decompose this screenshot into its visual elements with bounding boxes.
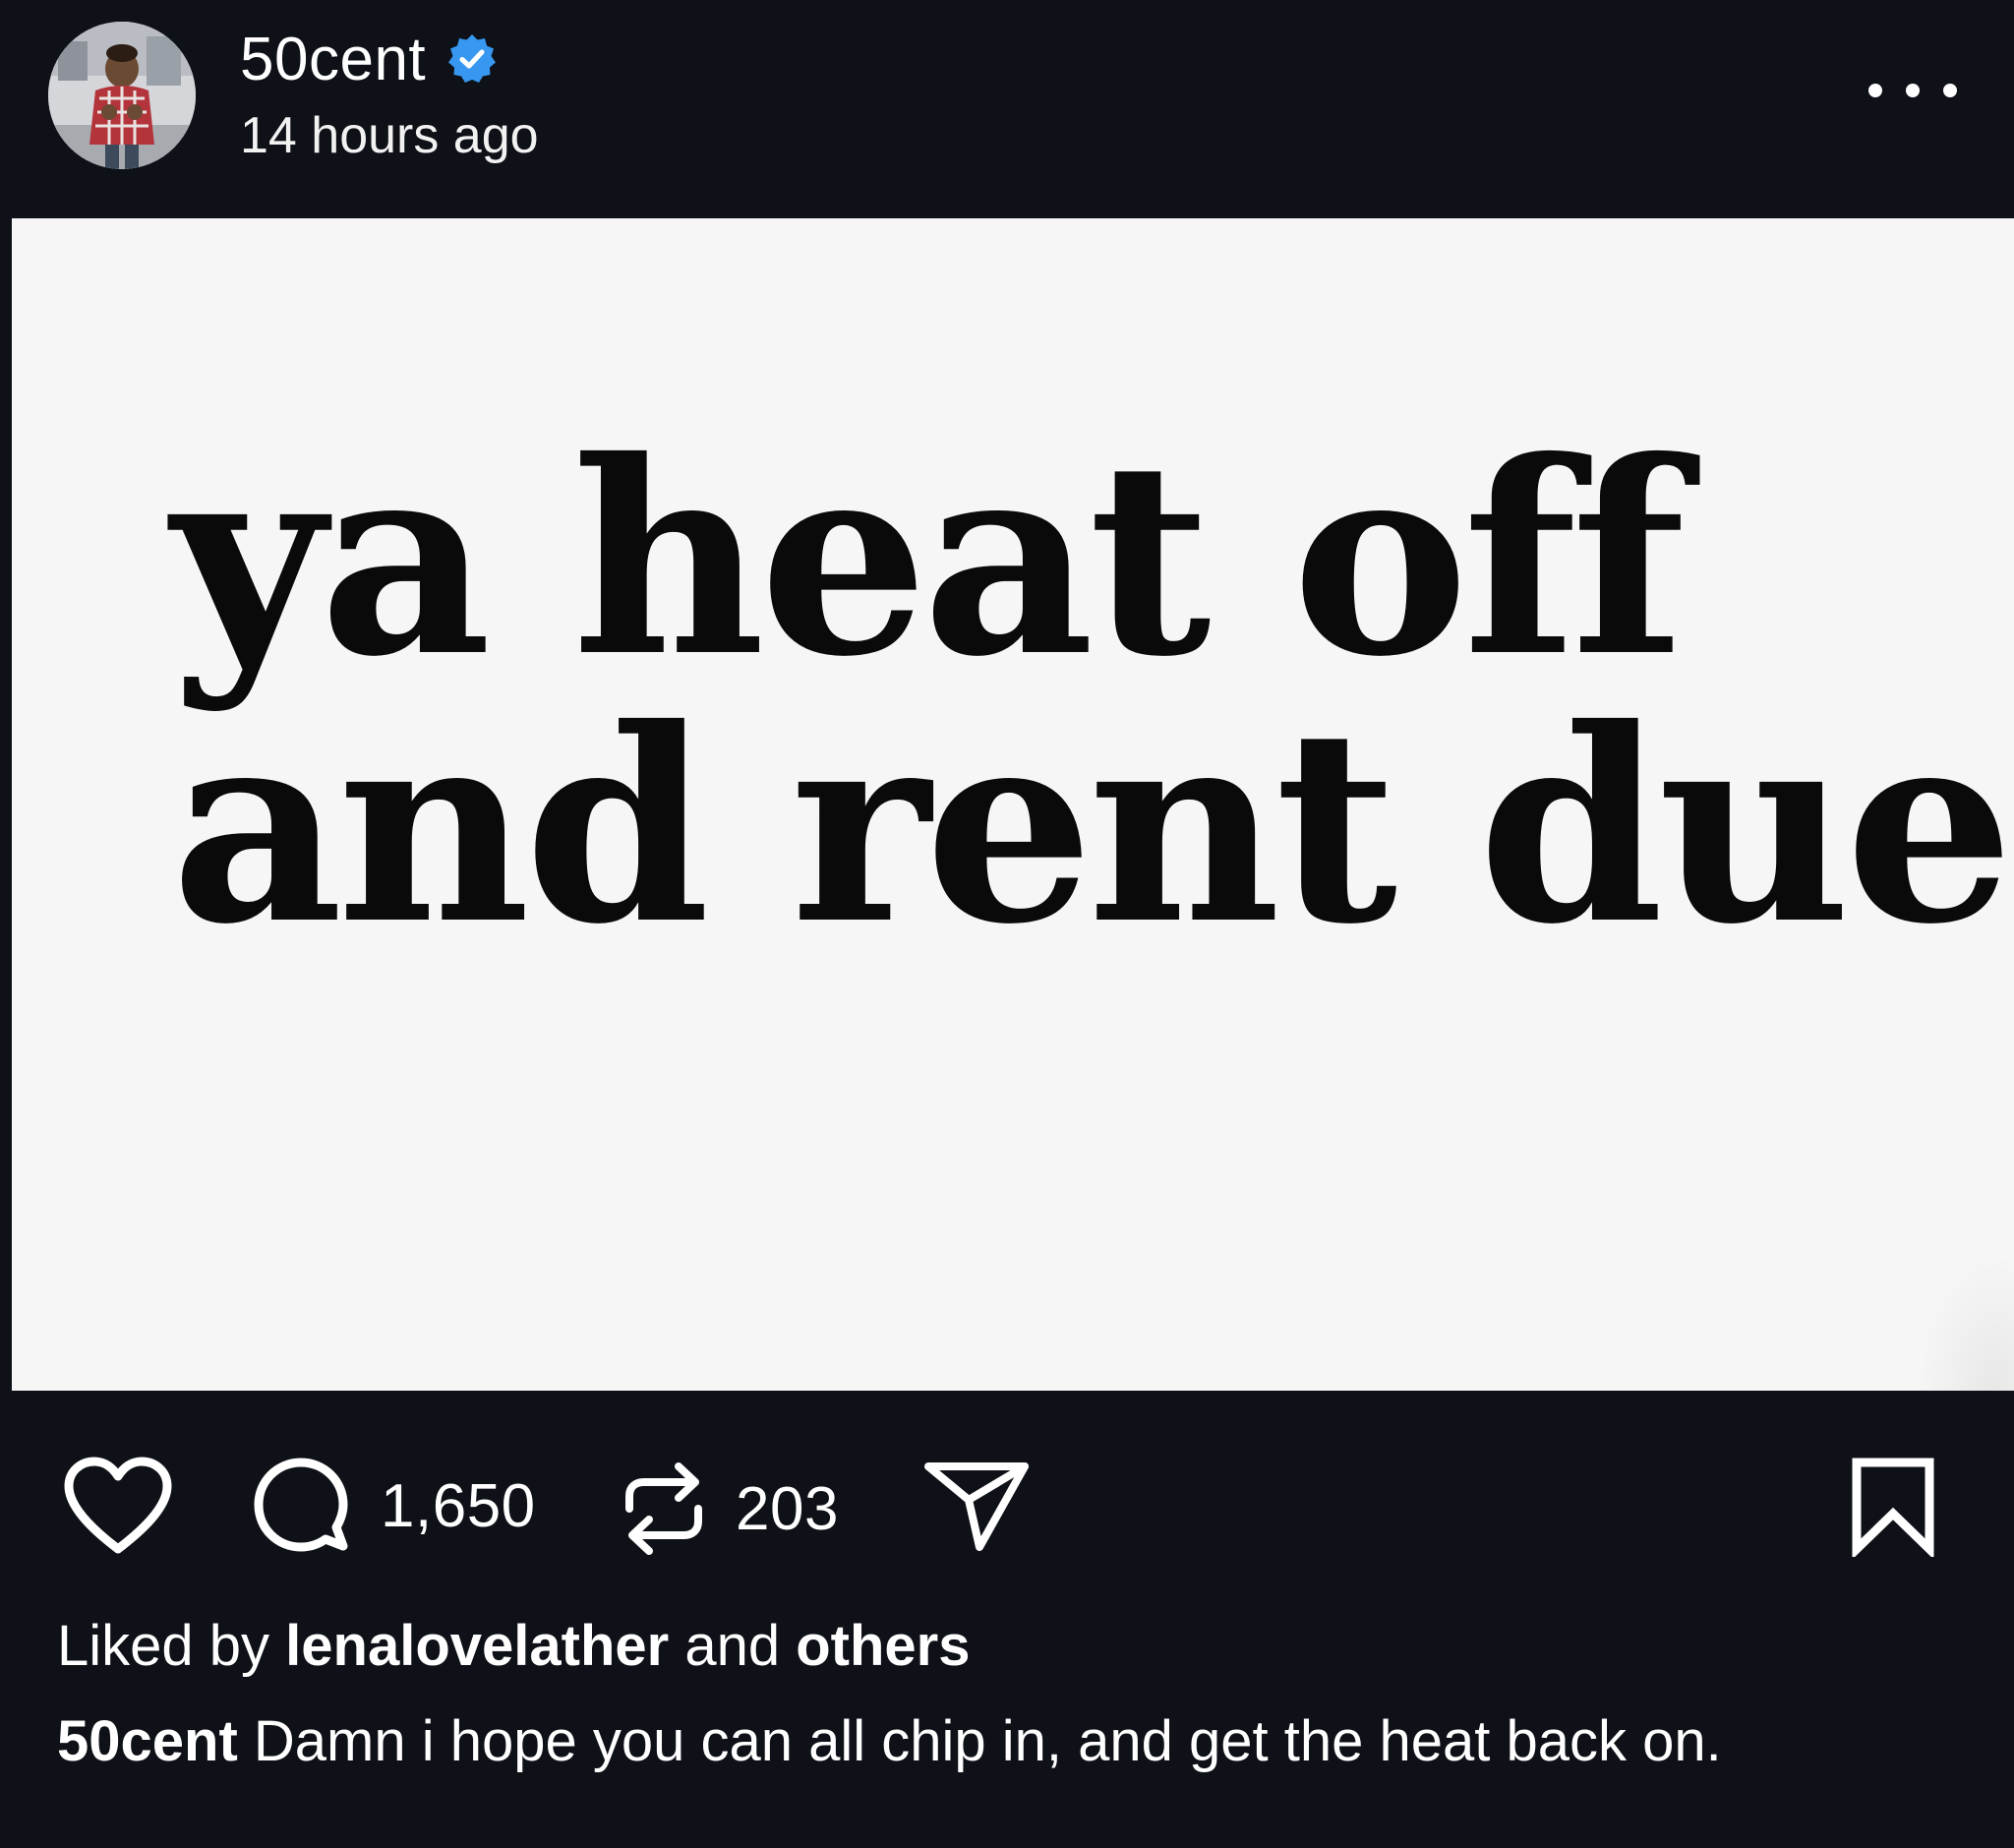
comment-count: 1,650 xyxy=(381,1471,536,1540)
liked-by-line: Liked by lenalovelather and others xyxy=(57,1613,971,1679)
liked-by-middle: and xyxy=(684,1614,781,1678)
paper-plane-icon xyxy=(924,1462,1029,1551)
avatar[interactable] xyxy=(48,22,196,169)
more-dot xyxy=(1943,84,1957,97)
image-headline: ya heat off and rent due xyxy=(171,402,2014,983)
like-button[interactable] xyxy=(61,1455,175,1557)
username-row: 50cent xyxy=(240,22,499,96)
caption-author-link[interactable]: 50cent xyxy=(57,1709,238,1773)
post-caption: 50cent Damn i hope you can all chip in, … xyxy=(57,1704,1925,1779)
repost-count: 203 xyxy=(736,1474,839,1543)
liked-by-prefix: Liked by xyxy=(57,1614,270,1678)
repost-arrows-icon xyxy=(625,1462,702,1555)
liked-by-others-link[interactable]: others xyxy=(796,1614,970,1678)
caption-text: Damn i hope you can all chip in, and get… xyxy=(253,1709,1722,1773)
share-button[interactable] xyxy=(922,1455,1031,1557)
verified-badge-icon xyxy=(445,32,499,86)
headline-line-2: and rent due xyxy=(171,670,2014,983)
heart-icon xyxy=(64,1457,172,1554)
image-edge-shadow xyxy=(1916,1251,2014,1391)
post-timestamp: 14 hours ago xyxy=(240,107,539,164)
action-bar: 1,650 203 xyxy=(0,1441,2014,1569)
post-image[interactable]: ya heat off and rent due xyxy=(12,218,2014,1391)
comment-bubble-icon xyxy=(254,1458,348,1552)
comment-button[interactable]: 1,650 xyxy=(251,1455,536,1557)
avatar-image xyxy=(48,22,196,169)
liked-by-user-link[interactable]: lenalovelather xyxy=(285,1614,669,1678)
username[interactable]: 50cent xyxy=(240,25,426,94)
more-dot xyxy=(1906,84,1920,97)
more-horizontal-icon[interactable] xyxy=(1868,71,1957,110)
more-dot xyxy=(1868,84,1882,97)
save-button[interactable] xyxy=(1849,1455,1937,1557)
headline-line-1: ya heat off xyxy=(171,402,1686,715)
repost-button[interactable]: 203 xyxy=(620,1455,839,1563)
bookmark-icon xyxy=(1852,1458,1934,1557)
post-header: 50cent 14 hours ago xyxy=(0,0,2014,216)
